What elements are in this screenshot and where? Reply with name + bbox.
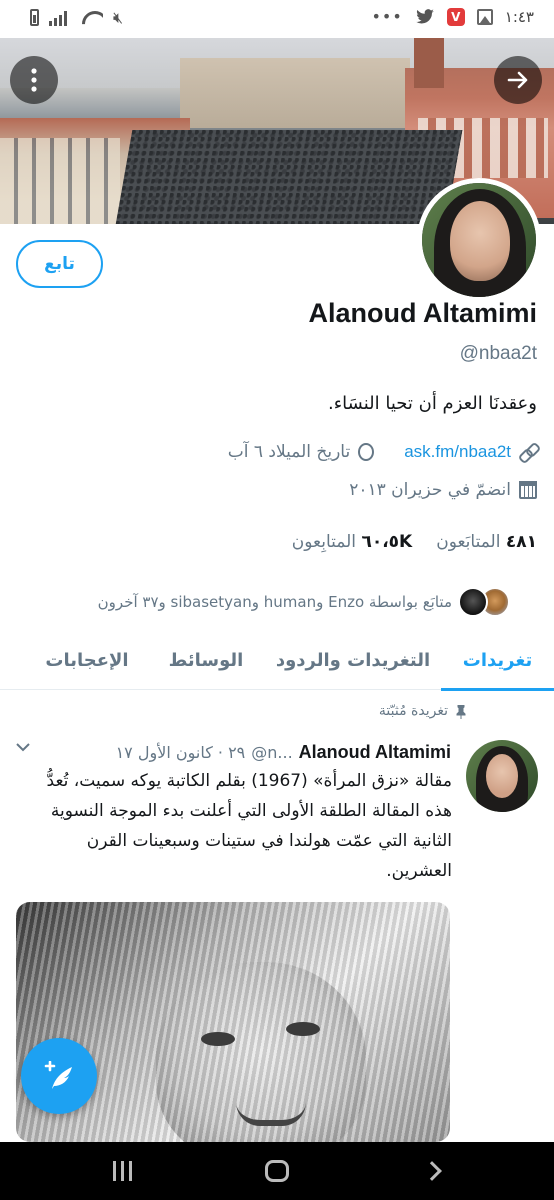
battery-icon (30, 9, 39, 26)
followers-label: المتابِعون (291, 532, 357, 552)
followers-you-know[interactable]: متابَع بواسطة Enzo وhuman وsibasetyan و٣… (0, 585, 554, 619)
chevron-down-icon[interactable] (16, 740, 30, 756)
home-button[interactable] (237, 1142, 317, 1200)
profile-tabs: تغريدات التغريدات والردود الوسائط الإعجا… (0, 630, 554, 691)
back-button[interactable] (392, 1142, 472, 1200)
followers-you-know-text: متابَع بواسطة Enzo وhuman وsibasetyan و٣… (97, 593, 452, 611)
follower-avatar (458, 587, 488, 617)
profile-username: @nbaa2t (459, 343, 537, 364)
tweet-text: مقالة «نزق المرأة» (1967) بقلم الكاتبة ي… (46, 771, 452, 881)
followers-stat[interactable]: ٦٠،٥K المتابِعون (292, 532, 412, 552)
profile-stats: ٤٨١ المتابَعون ٦٠،٥K المتابِعون (292, 532, 537, 552)
tweet-header: ٢٩ · كانون الأول ١٧ @n... Alanoud Altami… (16, 740, 451, 764)
recents-icon (112, 1161, 132, 1181)
signal-icon (49, 10, 71, 26)
profile-meta-row: ask.fm/nbaa2t تاريخ الميلاد ٦ آب (228, 442, 537, 462)
clock: ١:٤٣ (504, 8, 534, 26)
tweet-author-name: Alanoud Altamimi (298, 741, 451, 762)
profile-bio: وعقدنَا العزم أن تحيا النسَاء. (327, 393, 537, 414)
wifi-icon (81, 10, 103, 26)
vivaldi-notification-icon: V (446, 8, 465, 26)
tab-media[interactable]: الوسائط (147, 630, 265, 690)
pin-icon (456, 705, 466, 719)
mute-icon: 🔇︎ (113, 7, 124, 27)
following-label: المتابَعون (436, 532, 501, 552)
more-options-button[interactable] (10, 56, 58, 104)
profile-joined-row: انضمّ في حزيران ٢٠١٣ (349, 480, 537, 500)
profile-birthday: تاريخ الميلاد ٦ آب (227, 442, 351, 462)
tab-likes[interactable]: الإعجابات (27, 630, 147, 690)
link-icon (519, 443, 537, 461)
more-vertical-icon (31, 68, 37, 92)
follow-button[interactable]: تابع (16, 240, 103, 288)
profile-display-name: Alanoud Altamimi (308, 298, 537, 328)
system-navigation-bar (0, 1142, 554, 1200)
pinned-tweet-label: تغريدة مُثبّتة (378, 703, 448, 719)
twitter-notification-icon (415, 9, 435, 25)
tweet-date: ٢٩ · كانون الأول ١٧ (115, 742, 246, 762)
balloon-icon (358, 443, 375, 461)
status-bar: 🔇︎ ••• V ١:٤٣ (0, 0, 554, 38)
arrow-right-icon (507, 71, 528, 89)
profile-website-link[interactable]: ask.fm/nbaa2t (404, 442, 511, 462)
more-notifications-icon: ••• (371, 7, 403, 26)
tweet-author-handle: @n... (251, 742, 293, 762)
compose-tweet-icon (44, 1061, 72, 1089)
forward-button[interactable] (494, 56, 542, 104)
profile-avatar[interactable] (417, 178, 541, 302)
chevron-right-icon (422, 1161, 442, 1181)
following-count: ٤٨١ (505, 532, 537, 552)
tab-tweets[interactable]: تغريدات (441, 630, 554, 691)
followers-count: ٦٠،٥K (361, 532, 413, 552)
compose-tweet-button[interactable] (21, 1038, 97, 1114)
home-icon (265, 1160, 289, 1182)
tweet-author-avatar[interactable] (466, 740, 538, 812)
following-stat[interactable]: ٤٨١ المتابَعون (436, 532, 537, 552)
calendar-icon (519, 481, 537, 499)
recents-button[interactable] (82, 1142, 162, 1200)
profile-joined: انضمّ في حزيران ٢٠١٣ (349, 480, 511, 500)
tab-tweets-and-replies[interactable]: التغريدات والردود (265, 630, 441, 690)
gallery-notification-icon (476, 9, 493, 25)
